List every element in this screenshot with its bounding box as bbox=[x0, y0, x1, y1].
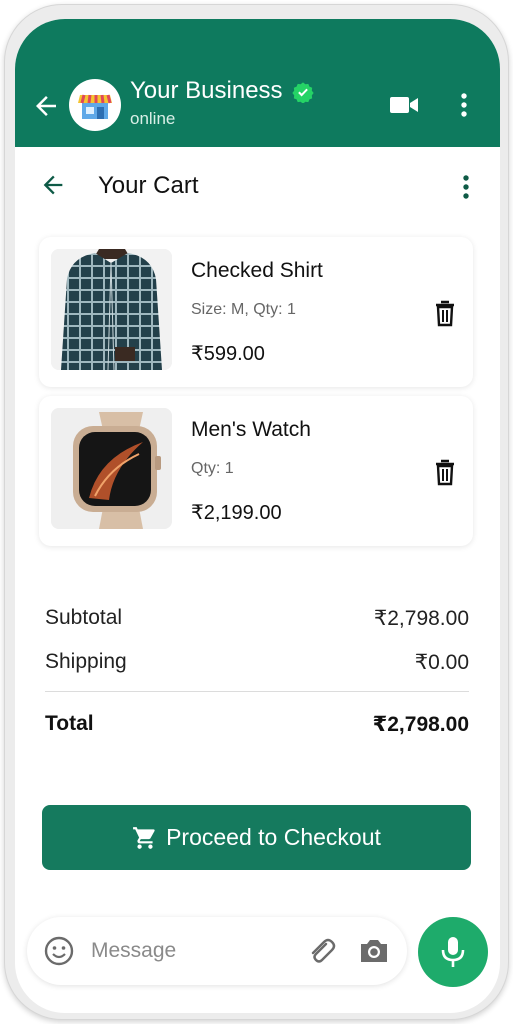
business-name[interactable]: Your Business bbox=[130, 77, 283, 105]
chat-header: Your Business online bbox=[15, 19, 500, 147]
cart-item[interactable]: Checked Shirt Size: M, Qty: 1 ₹599.00 bbox=[39, 237, 473, 387]
store-avatar[interactable] bbox=[69, 79, 121, 131]
cart-back-icon[interactable] bbox=[39, 171, 67, 199]
checked-shirt-image bbox=[51, 249, 172, 370]
item-name: Checked Shirt bbox=[191, 259, 323, 282]
back-arrow-icon[interactable] bbox=[31, 91, 61, 121]
message-input[interactable] bbox=[91, 933, 271, 969]
divider bbox=[45, 691, 469, 692]
cart-more-icon[interactable] bbox=[455, 173, 477, 201]
attach-icon[interactable] bbox=[305, 935, 337, 967]
checkout-label: Proceed to Checkout bbox=[166, 824, 381, 850]
cart-icon bbox=[133, 826, 155, 849]
trash-icon[interactable] bbox=[433, 299, 457, 327]
item-price: ₹599.00 bbox=[191, 343, 265, 365]
phone-frame: Your Business online Your Cart Checked S… bbox=[4, 4, 509, 1020]
total-value: ₹2,798.00 bbox=[372, 713, 469, 736]
trash-icon[interactable] bbox=[433, 458, 457, 486]
emoji-icon[interactable] bbox=[43, 935, 75, 967]
subtotal-label: Subtotal bbox=[45, 606, 123, 629]
cart-title: Your Cart bbox=[98, 172, 199, 199]
mic-button[interactable] bbox=[418, 917, 488, 987]
mens-watch-image bbox=[51, 408, 172, 529]
shipping-label: Shipping bbox=[45, 650, 127, 673]
item-name: Men's Watch bbox=[191, 418, 311, 441]
item-meta: Size: M, Qty: 1 bbox=[191, 301, 296, 318]
subtotal-value: ₹2,798.00 bbox=[373, 607, 469, 630]
online-status: online bbox=[130, 109, 176, 128]
cart-item[interactable]: Men's Watch Qty: 1 ₹2,199.00 bbox=[39, 396, 473, 546]
message-bar bbox=[27, 917, 407, 985]
verified-badge-icon bbox=[292, 82, 314, 103]
screen: Your Business online Your Cart Checked S… bbox=[15, 19, 500, 1013]
more-vert-icon[interactable] bbox=[453, 91, 475, 119]
mic-icon bbox=[441, 937, 465, 967]
item-meta: Qty: 1 bbox=[191, 460, 234, 477]
checkout-button[interactable]: Proceed to Checkout bbox=[42, 805, 471, 870]
total-label: Total bbox=[45, 712, 94, 735]
shipping-value: ₹0.00 bbox=[414, 651, 469, 674]
camera-icon[interactable] bbox=[357, 935, 391, 967]
item-price: ₹2,199.00 bbox=[191, 502, 282, 524]
store-icon bbox=[78, 94, 112, 119]
video-call-icon[interactable] bbox=[389, 93, 419, 117]
